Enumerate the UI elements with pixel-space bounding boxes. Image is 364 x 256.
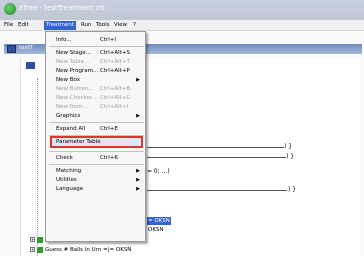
menu-item-shortcut: Ctrl+Alt+C bbox=[100, 95, 131, 101]
menu-item-new-checker[interactable]: New Checker... Ctrl+Alt+C bbox=[46, 94, 145, 103]
menu-help[interactable]: ? bbox=[131, 21, 138, 30]
menu-item-info[interactable]: Info... Ctrl+I bbox=[46, 36, 145, 45]
menu-item-expand-all[interactable]: Expand All Ctrl+E bbox=[46, 125, 145, 134]
menu-tools[interactable]: Tools bbox=[94, 21, 112, 30]
menu-treatment[interactable]: Treatment bbox=[44, 21, 76, 30]
menu-item-label: Check bbox=[56, 155, 73, 161]
tree-row[interactable]: + Guess # Balls In Urn =|= OKSN bbox=[30, 246, 131, 254]
menu-item-label: Matching bbox=[56, 168, 82, 174]
menu-item-new-item[interactable]: New Item... Ctrl+Alt+I bbox=[46, 103, 145, 112]
menu-item-new-program[interactable]: New Program... Ctrl+Alt+P bbox=[46, 67, 145, 76]
menu-item-label: Language bbox=[56, 186, 84, 192]
menu-item-shortcut: Ctrl+E bbox=[100, 126, 118, 132]
menu-item-label: New Stage... bbox=[56, 50, 91, 56]
submenu-arrow-icon: ▶ bbox=[136, 186, 140, 192]
expand-icon[interactable]: + bbox=[30, 237, 35, 242]
tree-selected-item[interactable]: = OKSN bbox=[147, 217, 171, 225]
window-title: zTree - testTreatment.ztt bbox=[19, 4, 105, 12]
menu-item-parameter-table[interactable]: Parameter Table bbox=[46, 138, 145, 147]
menu-item-new-button[interactable]: New Button... Ctrl+Alt+B bbox=[46, 85, 145, 94]
menu-item-label: New Program... bbox=[56, 68, 99, 74]
document-window-title: testT bbox=[19, 45, 33, 51]
menu-bar: File Edit Treatment Run Tools View ? bbox=[0, 20, 364, 31]
menu-separator bbox=[49, 164, 144, 165]
tree-program-line bbox=[147, 157, 286, 158]
menu-item-label: New Checker... bbox=[56, 95, 97, 101]
expand-icon[interactable]: + bbox=[30, 247, 35, 252]
menu-file[interactable]: File bbox=[2, 21, 15, 30]
menu-item-label: Utilities bbox=[56, 177, 77, 183]
menu-separator bbox=[49, 122, 144, 123]
menu-item-label: Parameter Table bbox=[56, 139, 101, 145]
treatment-menu-dropdown: Info... Ctrl+I New Stage... Ctrl+Alt+S New T… bbox=[45, 31, 146, 242]
stage-icon bbox=[37, 246, 43, 253]
menu-run[interactable]: Run bbox=[79, 21, 94, 30]
tree-program-line bbox=[147, 190, 287, 191]
menu-item-shortcut: Ctrl+Alt+B bbox=[100, 86, 131, 92]
menu-item-shortcut: Ctrl+K bbox=[100, 155, 119, 161]
menu-item-label: New Button... bbox=[56, 86, 94, 92]
menu-item-graphics[interactable]: Graphics ▶ bbox=[46, 112, 145, 121]
submenu-arrow-icon: ▶ bbox=[136, 77, 140, 83]
tree-program-line bbox=[147, 147, 284, 148]
menu-item-shortcut: Ctrl+I bbox=[100, 37, 117, 43]
tree-bracket-text: ) } bbox=[284, 143, 293, 150]
menu-item-label: Info... bbox=[56, 37, 72, 43]
tree-bracket-text: ) } bbox=[288, 186, 297, 193]
menu-separator bbox=[49, 151, 144, 152]
menu-separator bbox=[49, 46, 144, 47]
menu-item-utilities[interactable]: Utilities ▶ bbox=[46, 176, 145, 185]
menu-item-label: New Table... bbox=[56, 59, 90, 65]
menu-item-label: Expand All bbox=[56, 126, 86, 132]
menu-item-matching[interactable]: Matching ▶ bbox=[46, 167, 145, 176]
ztree-app-icon bbox=[4, 3, 16, 15]
menu-item-shortcut: Ctrl+Alt+P bbox=[100, 68, 130, 74]
menu-item-shortcut: Ctrl+Alt+S bbox=[100, 50, 130, 56]
menu-item-label: New Item... bbox=[56, 104, 88, 110]
title-bar: zTree - testTreatment.ztt bbox=[0, 0, 364, 20]
tree-bracket-text: ) } bbox=[286, 153, 295, 160]
tree-connector-line bbox=[37, 78, 38, 256]
menu-item-new-stage[interactable]: New Stage... Ctrl+Alt+S bbox=[46, 49, 145, 58]
menu-item-new-table[interactable]: New Table... Ctrl+Alt+T bbox=[46, 58, 145, 67]
tree-row-label: Guess # Balls In Urn =|= OKSN bbox=[45, 247, 132, 253]
tree-item-text[interactable]: OKSN bbox=[148, 226, 164, 234]
treatment-root-icon[interactable] bbox=[26, 62, 35, 69]
menu-item-language[interactable]: Language ▶ bbox=[46, 185, 145, 194]
submenu-arrow-icon: ▶ bbox=[136, 113, 140, 119]
menu-item-label: Graphics bbox=[56, 113, 81, 119]
menu-item-shortcut: Ctrl+Alt+I bbox=[100, 104, 129, 110]
menu-item-check[interactable]: Check Ctrl+K bbox=[46, 154, 145, 163]
menu-edit[interactable]: Edit bbox=[16, 21, 31, 30]
tree-program-text: = 0; ...) bbox=[147, 168, 170, 175]
menu-item-shortcut: Ctrl+Alt+T bbox=[100, 59, 130, 65]
menu-item-label: New Box bbox=[56, 77, 80, 83]
menu-view[interactable]: View bbox=[112, 21, 129, 30]
submenu-arrow-icon: ▶ bbox=[136, 168, 140, 174]
document-icon bbox=[7, 45, 16, 53]
menu-item-new-box[interactable]: New Box ▶ bbox=[46, 76, 145, 85]
submenu-arrow-icon: ▶ bbox=[136, 177, 140, 183]
stage-icon bbox=[37, 236, 43, 243]
